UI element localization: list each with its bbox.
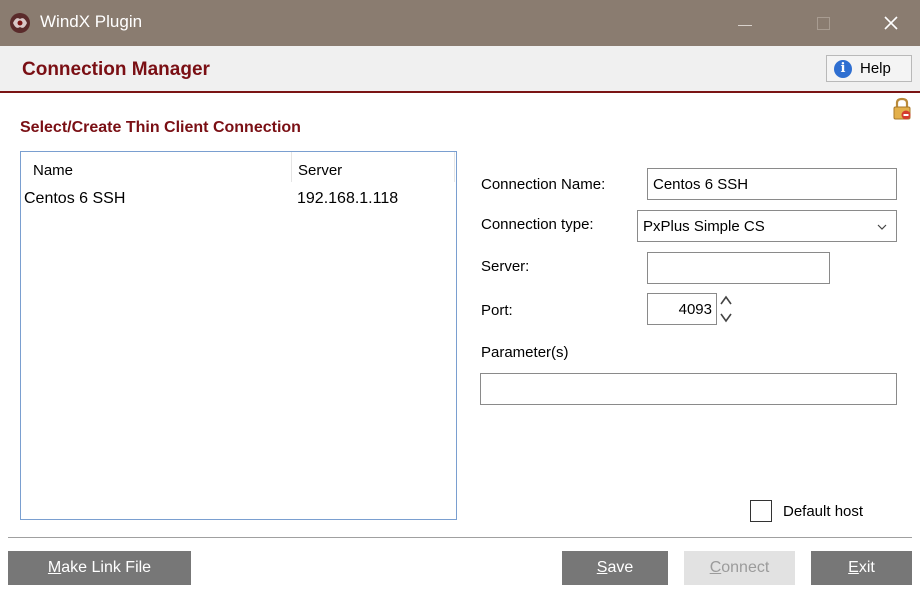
close-button[interactable] bbox=[868, 0, 914, 46]
port-value: 4093 bbox=[678, 301, 712, 318]
connection-server-cell: 192.168.1.118 bbox=[297, 190, 399, 207]
lock-icon[interactable] bbox=[892, 97, 912, 121]
connection-name-cell: Centos 6 SSH bbox=[24, 190, 126, 207]
port-stepper-icon[interactable] bbox=[719, 292, 733, 326]
info-icon: i bbox=[834, 59, 852, 78]
maximize-icon bbox=[816, 16, 830, 30]
connection-name-label: Connection Name: bbox=[481, 176, 606, 193]
connection-type-select[interactable]: PxPlus Simple CS bbox=[637, 210, 897, 242]
window-title: WindX Plugin bbox=[40, 12, 143, 31]
column-divider[interactable] bbox=[454, 152, 455, 182]
column-header-server[interactable]: Server bbox=[298, 162, 342, 179]
windx-app-icon bbox=[10, 13, 30, 33]
column-divider[interactable] bbox=[291, 152, 292, 182]
make-link-file-label: ake Link File bbox=[61, 559, 152, 576]
make-link-file-mnemonic: M bbox=[47, 559, 62, 576]
help-button[interactable]: i Help bbox=[826, 55, 912, 82]
footer-divider bbox=[8, 537, 912, 538]
save-label: ave bbox=[607, 559, 634, 576]
exit-button[interactable]: Exit bbox=[811, 551, 912, 585]
header-bar: Connection Manager i Help bbox=[0, 46, 920, 93]
parameters-field[interactable] bbox=[480, 373, 897, 405]
close-icon bbox=[884, 16, 898, 30]
connect-mnemonic: C bbox=[709, 559, 722, 576]
exit-label: xit bbox=[858, 559, 875, 576]
default-host-checkbox[interactable] bbox=[750, 500, 772, 522]
list-header: Name Server bbox=[21, 152, 456, 182]
connection-name-value: Centos 6 SSH bbox=[653, 176, 749, 193]
save-mnemonic: S bbox=[596, 559, 608, 576]
page-title: Connection Manager bbox=[22, 59, 210, 80]
title-bar: WindX Plugin bbox=[0, 0, 920, 46]
connection-list[interactable]: Name Server Centos 6 SSH 192.168.1.118 bbox=[20, 151, 457, 520]
section-heading: Select/Create Thin Client Connection bbox=[20, 119, 301, 136]
connection-name-field[interactable]: Centos 6 SSH bbox=[647, 168, 897, 200]
connection-type-label: Connection type: bbox=[481, 216, 594, 233]
connect-button[interactable]: Connect bbox=[684, 551, 795, 585]
help-label: Help bbox=[860, 60, 891, 77]
make-link-file-button[interactable]: Make Link File bbox=[8, 551, 191, 585]
column-header-name[interactable]: Name bbox=[33, 162, 73, 179]
minimize-button[interactable] bbox=[722, 0, 768, 46]
save-button[interactable]: Save bbox=[562, 551, 668, 585]
parameters-label: Parameter(s) bbox=[481, 344, 569, 361]
chevron-down-icon bbox=[877, 224, 887, 230]
maximize-button[interactable] bbox=[800, 0, 846, 46]
connect-label: onnect bbox=[721, 559, 770, 576]
port-field[interactable]: 4093 bbox=[647, 293, 717, 325]
default-host-label[interactable]: Default host bbox=[783, 503, 863, 520]
connection-type-value: PxPlus Simple CS bbox=[643, 218, 765, 235]
exit-mnemonic: E bbox=[848, 559, 859, 576]
port-label: Port: bbox=[481, 302, 513, 319]
server-label: Server: bbox=[481, 258, 530, 275]
list-item[interactable]: Centos 6 SSH 192.168.1.118 bbox=[21, 187, 456, 211]
server-field[interactable] bbox=[647, 252, 830, 284]
minimize-icon bbox=[738, 24, 752, 26]
